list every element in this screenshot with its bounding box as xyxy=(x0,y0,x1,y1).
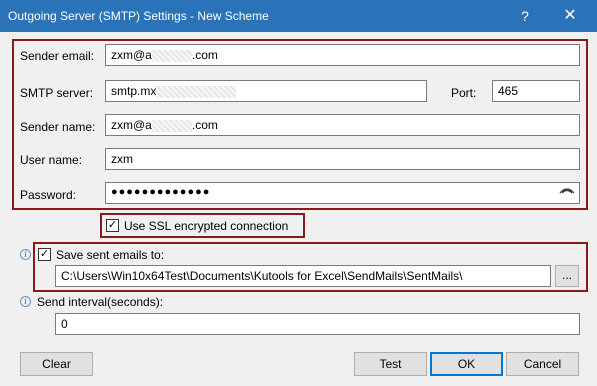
sender-email-field[interactable]: zxm@a .com xyxy=(105,44,580,66)
cancel-button[interactable]: Cancel xyxy=(506,352,579,376)
browse-button[interactable]: ... xyxy=(555,265,579,287)
smtp-server-label: SMTP server: xyxy=(20,86,94,100)
close-button[interactable]: ✕ xyxy=(550,0,590,32)
sender-email-value-prefix: zxm@a xyxy=(111,48,152,62)
sender-email-label: Sender email: xyxy=(20,49,95,63)
send-interval-field[interactable]: 0 xyxy=(55,313,580,335)
smtp-server-field[interactable]: smtp.mx xyxy=(105,80,427,102)
sender-name-value-prefix: zxm@a xyxy=(111,118,152,132)
port-label: Port: xyxy=(451,86,477,100)
save-path-field[interactable]: C:\Users\Win10x64Test\Documents\Kutools … xyxy=(55,265,551,287)
save-sent-label[interactable]: Save sent emails to: xyxy=(56,248,164,262)
window-title: Outgoing Server (SMTP) Settings - New Sc… xyxy=(8,9,269,23)
sender-email-value-suffix: .com xyxy=(191,48,218,62)
user-name-label: User name: xyxy=(20,153,83,167)
user-name-field[interactable]: zxm xyxy=(105,148,580,170)
redacted-text xyxy=(151,119,192,132)
password-label: Password: xyxy=(20,188,77,202)
send-interval-label: Send interval(seconds): xyxy=(37,295,164,309)
password-field[interactable]: ●●●●●●●●●●●●● xyxy=(105,182,580,204)
test-button[interactable]: Test xyxy=(354,352,427,376)
save-sent-checkbox[interactable]: ✓ xyxy=(38,248,51,261)
redacted-text xyxy=(151,49,192,62)
ssl-label[interactable]: Use SSL encrypted connection xyxy=(124,219,288,233)
sender-name-value-suffix: .com xyxy=(191,118,218,132)
show-password-icon[interactable] xyxy=(559,186,575,196)
port-field[interactable]: 465 xyxy=(492,80,580,102)
sender-name-label: Sender name: xyxy=(20,120,96,134)
sender-name-field[interactable]: zxm@a .com xyxy=(105,114,580,136)
info-icon: i xyxy=(20,249,31,260)
redacted-text xyxy=(156,85,237,98)
info-icon: i xyxy=(20,296,31,307)
smtp-server-value: smtp.mx xyxy=(111,84,157,98)
ok-button[interactable]: OK xyxy=(430,352,503,376)
help-button[interactable]: ? xyxy=(505,0,545,32)
ssl-checkbox[interactable]: ✓ xyxy=(106,219,119,232)
clear-button[interactable]: Clear xyxy=(20,352,93,376)
title-bar: Outgoing Server (SMTP) Settings - New Sc… xyxy=(0,0,597,32)
